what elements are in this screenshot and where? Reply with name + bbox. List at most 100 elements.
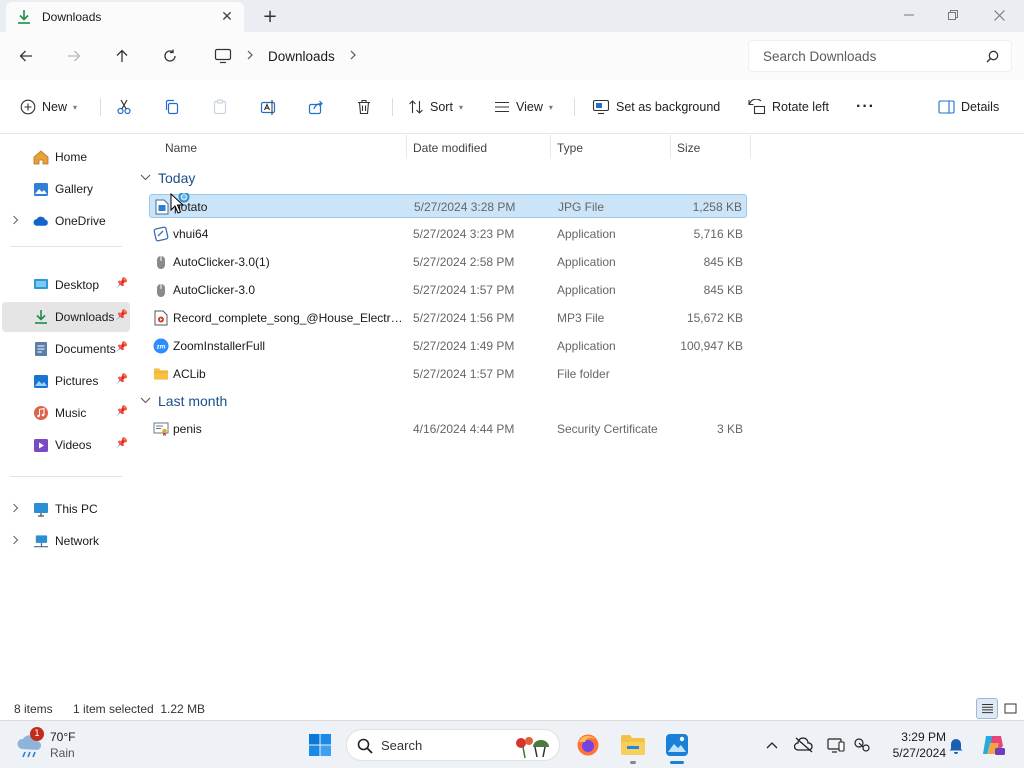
view-icon xyxy=(495,101,509,113)
details-button[interactable]: Details xyxy=(938,94,999,120)
file-row[interactable]: vhui64 5/27/2024 3:23 PM Application 5,7… xyxy=(149,222,747,246)
more-options-button[interactable]: ··· xyxy=(856,94,875,120)
sidebar-item-downloads[interactable]: Downloads 📌 xyxy=(2,302,130,332)
sidebar-item-pictures[interactable]: Pictures 📌 xyxy=(2,366,130,396)
sidebar-item-documents[interactable]: Documents 📌 xyxy=(2,334,130,364)
chevron-up-icon[interactable] xyxy=(762,735,782,755)
sidebar-item-label: Gallery xyxy=(55,182,94,196)
pin-icon[interactable]: 📌 xyxy=(116,406,128,417)
sidebar-item-gallery[interactable]: Gallery xyxy=(2,174,130,204)
weather-widget[interactable]: 1 70°F Rain xyxy=(16,727,126,763)
file-explorer-app[interactable] xyxy=(617,729,649,764)
firefox-app[interactable] xyxy=(572,729,604,761)
column-divider[interactable] xyxy=(550,135,551,159)
file-row[interactable]: AutoClicker-3.0 5/27/2024 1:57 PM Applic… xyxy=(149,278,747,302)
details-view-button[interactable] xyxy=(976,698,998,719)
file-row[interactable]: AutoClicker-3.0(1) 5/27/2024 2:58 PM App… xyxy=(149,250,747,274)
file-row[interactable]: zm ZoomInstallerFull 5/27/2024 1:49 PM A… xyxy=(149,334,747,358)
file-row[interactable]: potato 5/27/2024 3:28 PM JPG File 1,258 … xyxy=(149,194,747,218)
file-name: AutoClicker-3.0 xyxy=(173,283,256,297)
large-icons-view-button[interactable] xyxy=(999,698,1021,719)
search-input[interactable]: Search Downloads xyxy=(748,40,1012,72)
clock[interactable]: 3:29 PM 5/27/2024 xyxy=(880,729,946,761)
copilot-icon[interactable] xyxy=(980,735,1006,755)
pin-icon[interactable]: 📌 xyxy=(116,310,128,321)
pin-icon[interactable]: 📌 xyxy=(116,374,128,385)
back-button[interactable] xyxy=(12,42,40,70)
chevron-right-icon[interactable] xyxy=(349,50,357,63)
sidebar-item-music[interactable]: Music 📌 xyxy=(2,398,130,428)
column-divider[interactable] xyxy=(750,135,751,159)
sidebar-item-home[interactable]: Home xyxy=(2,142,130,172)
group-header-last-month[interactable]: Last month xyxy=(140,390,227,412)
tab-downloads[interactable]: Downloads ✕ xyxy=(6,2,244,32)
up-button[interactable] xyxy=(108,42,136,70)
column-divider[interactable] xyxy=(670,135,671,159)
copy-button[interactable] xyxy=(164,94,180,120)
pin-icon[interactable]: 📌 xyxy=(116,342,128,353)
delete-button[interactable] xyxy=(356,94,372,120)
column-header-type[interactable]: Type xyxy=(557,135,583,161)
photos-app[interactable] xyxy=(661,729,693,764)
divider xyxy=(10,246,122,247)
file-name: ZoomInstallerFull xyxy=(173,339,266,353)
clock-date: 5/27/2024 xyxy=(892,746,946,760)
download-icon xyxy=(16,9,32,25)
start-button[interactable] xyxy=(304,729,336,761)
home-icon xyxy=(33,149,49,165)
file-row[interactable]: ACLib 5/27/2024 1:57 PM File folder xyxy=(149,362,747,386)
tab-close-button[interactable]: ✕ xyxy=(218,8,236,26)
audio-file-icon xyxy=(153,310,169,326)
new-button[interactable]: New ▾ xyxy=(20,94,77,120)
new-tab-button[interactable]: + xyxy=(260,6,280,27)
refresh-button[interactable] xyxy=(156,42,184,70)
column-header-date[interactable]: Date modified xyxy=(413,135,487,161)
paste-button[interactable] xyxy=(212,94,228,120)
sort-button[interactable]: Sort ▾ xyxy=(408,94,463,120)
chevron-down-icon: ▾ xyxy=(548,102,553,112)
chevron-right-icon[interactable] xyxy=(12,535,19,548)
taskbar-search[interactable]: Search xyxy=(346,729,560,761)
column-divider[interactable] xyxy=(406,135,407,159)
view-button[interactable]: View ▾ xyxy=(494,94,553,120)
sidebar-item-videos[interactable]: Videos 📌 xyxy=(2,430,130,460)
divider xyxy=(574,98,575,116)
rename-button[interactable] xyxy=(260,94,276,120)
sidebar-item-desktop[interactable]: Desktop 📌 xyxy=(2,270,130,300)
onedrive-offline-icon[interactable] xyxy=(794,735,814,755)
forward-button[interactable] xyxy=(60,42,88,70)
sidebar-item-label: This PC xyxy=(55,502,98,516)
new-label: New xyxy=(42,100,68,114)
address-bar[interactable]: Downloads xyxy=(202,40,738,72)
file-row[interactable]: penis 4/16/2024 4:44 PM Security Certifi… xyxy=(149,417,747,441)
minimize-button[interactable] xyxy=(886,0,932,30)
sidebar-item-this-pc[interactable]: This PC xyxy=(2,494,130,524)
sidebar-item-onedrive[interactable]: OneDrive xyxy=(2,206,130,236)
notification-bell-icon[interactable] xyxy=(946,735,966,755)
sidebar-item-network[interactable]: Network xyxy=(2,526,130,556)
file-row[interactable]: Record_complete_song_@House_Electro... 5… xyxy=(149,306,747,330)
tab-label: Downloads xyxy=(42,10,102,24)
group-header-today[interactable]: Today xyxy=(140,167,195,189)
network-icon[interactable] xyxy=(852,735,872,755)
restore-button[interactable] xyxy=(930,0,976,30)
weather-temperature: 70°F xyxy=(50,730,76,744)
breadcrumb-downloads[interactable]: Downloads xyxy=(268,49,335,64)
pin-icon[interactable]: 📌 xyxy=(116,438,128,449)
display-icon[interactable] xyxy=(826,735,846,755)
close-window-button[interactable] xyxy=(976,0,1022,30)
cut-button[interactable] xyxy=(116,94,132,120)
notification-badge: 1 xyxy=(30,727,44,741)
chevron-right-icon[interactable] xyxy=(12,503,19,516)
column-header-size[interactable]: Size xyxy=(677,135,700,161)
view-label: View xyxy=(516,100,543,114)
set-background-button[interactable]: Set as background xyxy=(592,94,720,120)
file-name: penis xyxy=(173,422,202,436)
file-name: AutoClicker-3.0(1) xyxy=(173,255,270,269)
folder-icon xyxy=(153,366,169,382)
pin-icon[interactable]: 📌 xyxy=(116,278,128,289)
column-header-name[interactable]: Name xyxy=(165,135,197,161)
chevron-right-icon[interactable] xyxy=(12,215,19,228)
share-button[interactable] xyxy=(308,94,324,120)
rotate-left-button[interactable]: Rotate left xyxy=(748,94,829,120)
